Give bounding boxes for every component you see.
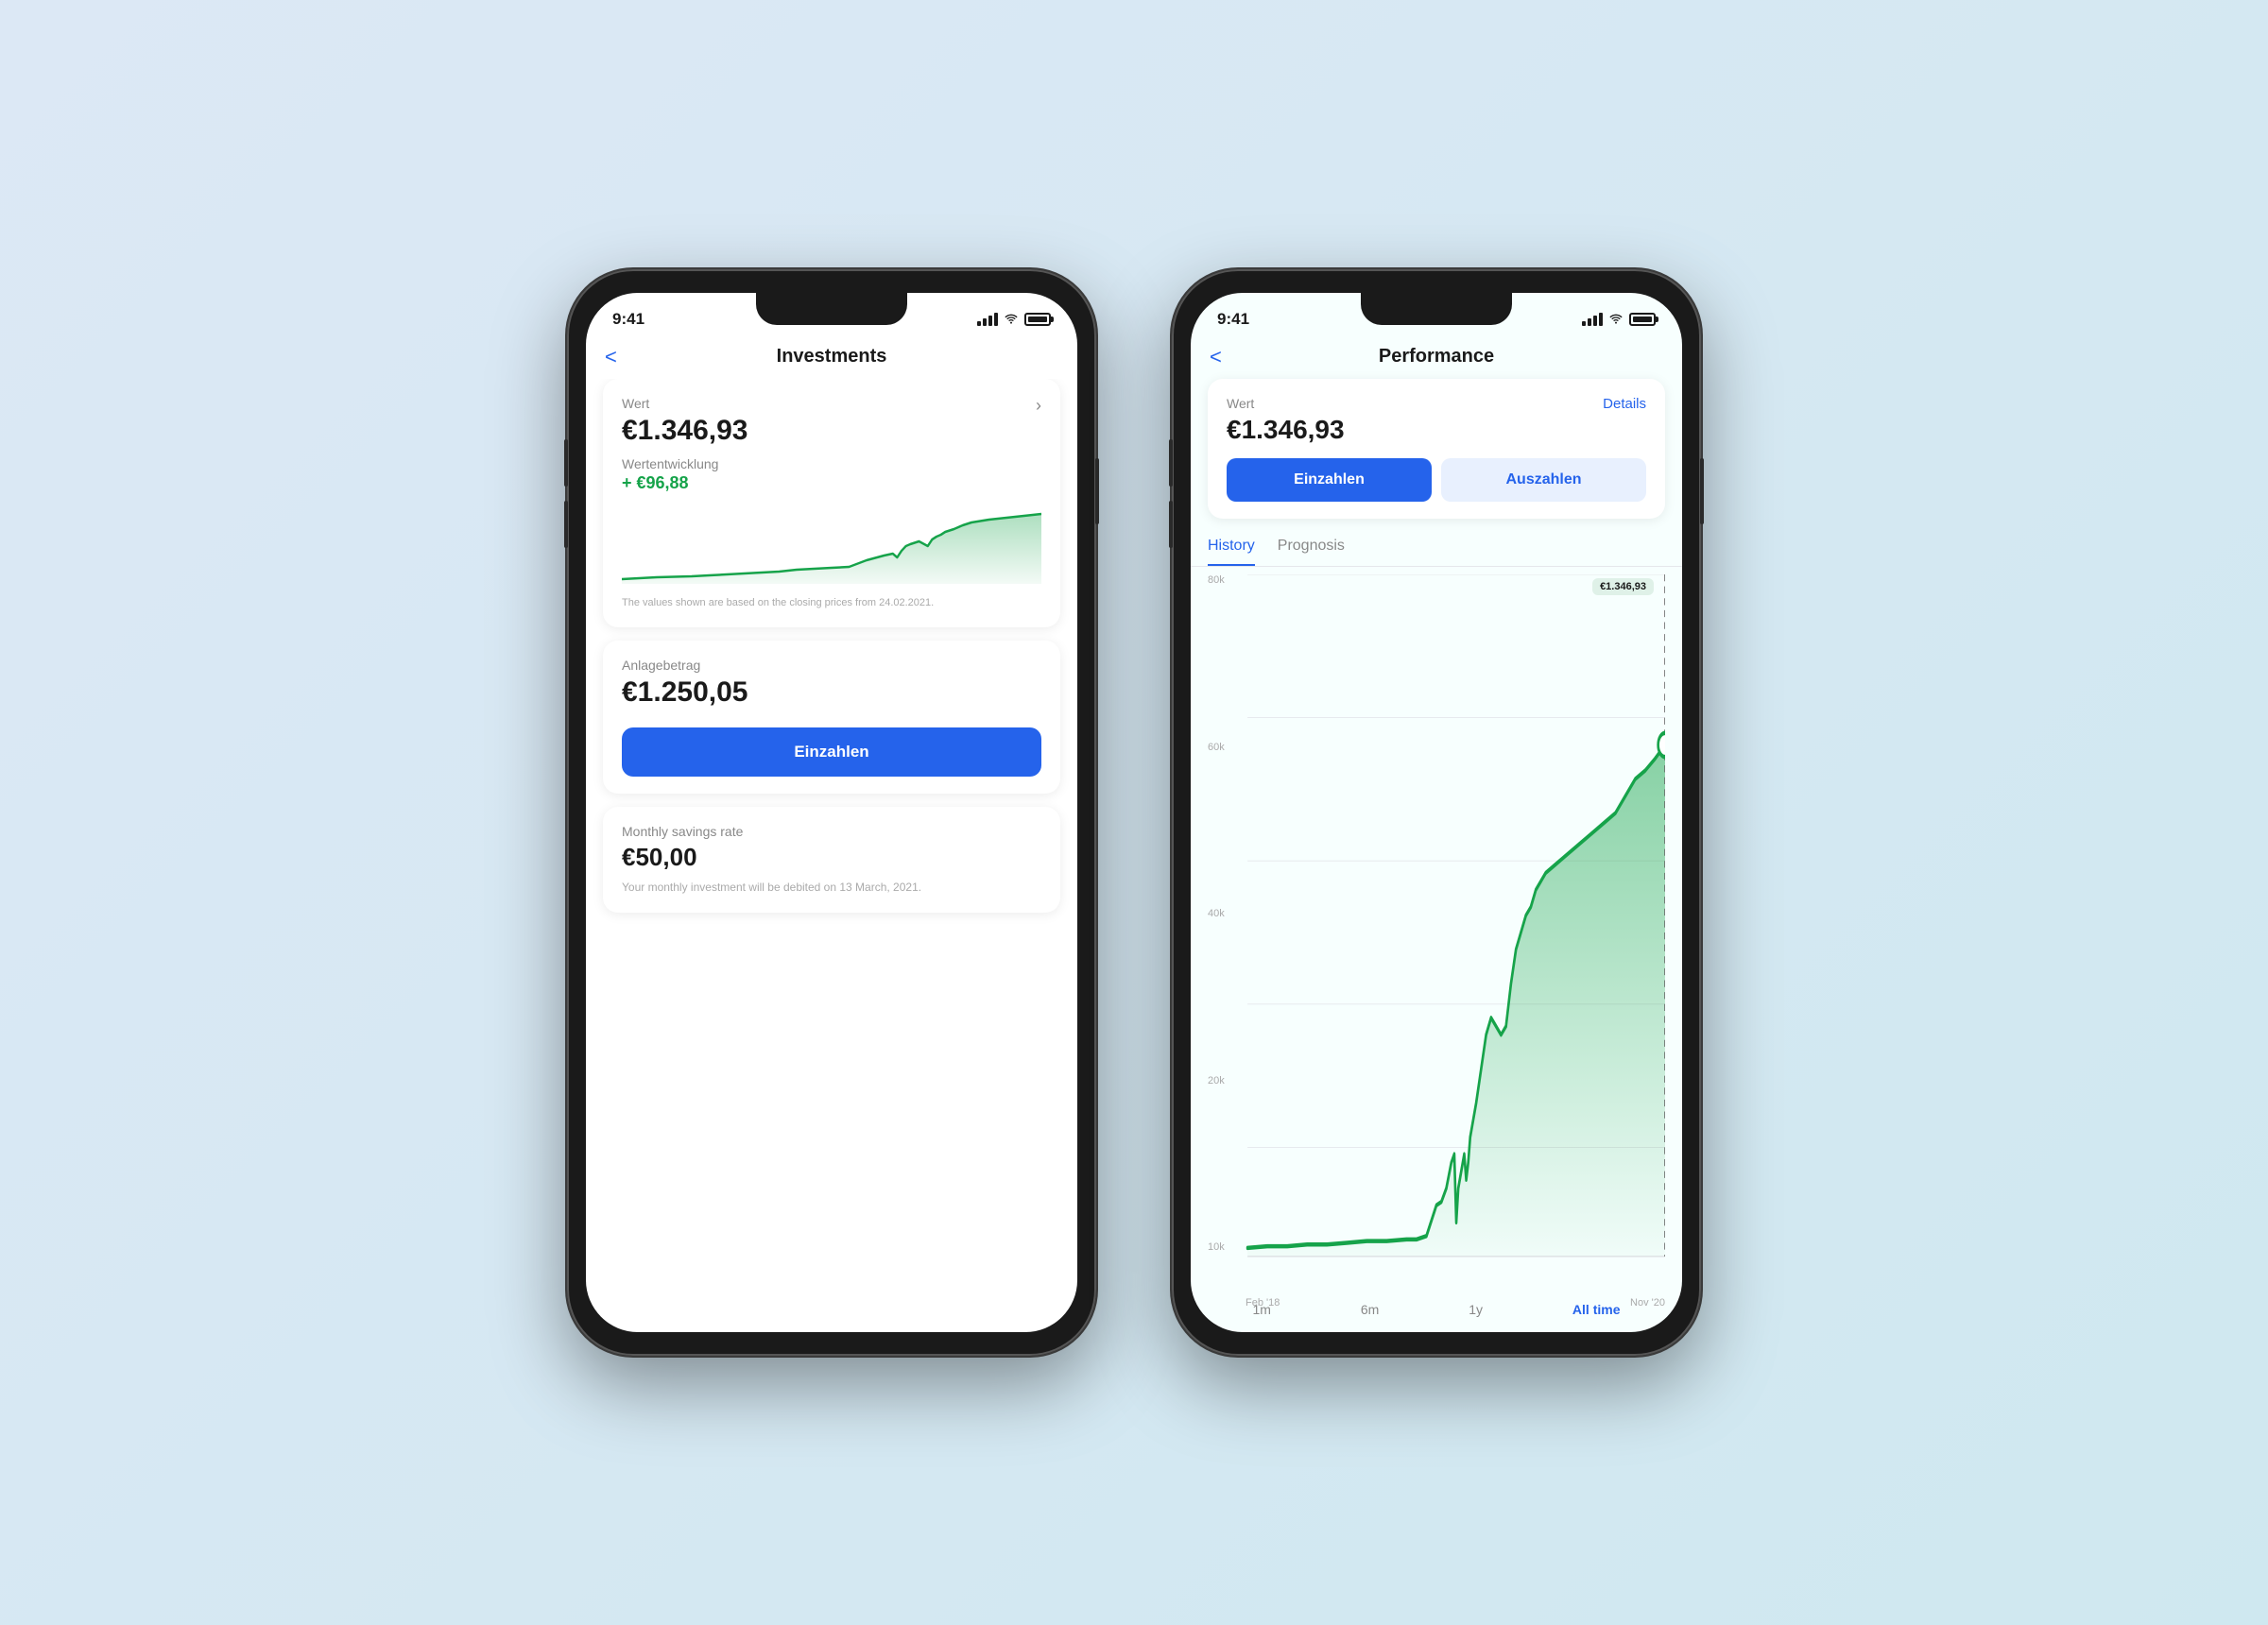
power-button-2[interactable]: [1700, 458, 1704, 524]
wert-value-1: €1.346,93: [622, 415, 1041, 447]
phone-1: 9:41 < Investments Wert: [567, 269, 1096, 1356]
content-1: Wert €1.346,93 › Wertentwicklung + €96,8…: [586, 379, 1077, 1332]
page-title-2: Performance: [1379, 346, 1494, 368]
perf-wert-value: €1.346,93: [1227, 415, 1345, 445]
volume-up-button[interactable]: [564, 439, 568, 487]
back-button-2[interactable]: <: [1210, 345, 1222, 369]
einzahlen-button-1[interactable]: Einzahlen: [622, 727, 1041, 777]
x-label-nov20: Nov '20: [1630, 1297, 1665, 1309]
nav-header-2: < Performance: [1191, 338, 1682, 379]
phone-2: 9:41 < Performance Wert: [1172, 269, 1701, 1356]
history-tabs: History Prognosis: [1191, 524, 1682, 567]
savings-label: Monthly savings rate: [622, 824, 1041, 839]
anlagebetrag-label: Anlagebetrag: [622, 658, 1041, 673]
page-title-1: Investments: [777, 346, 887, 368]
savings-description: Your monthly investment will be debited …: [622, 880, 1041, 896]
x-label-feb18: Feb '18: [1246, 1297, 1280, 1309]
battery-icon-1: [1024, 313, 1051, 326]
savings-value: €50,00: [622, 843, 1041, 872]
back-button-1[interactable]: <: [605, 345, 617, 369]
chart-tooltip: €1.346,93: [1592, 578, 1654, 595]
einzahlen-button-2[interactable]: Einzahlen: [1227, 458, 1432, 502]
volume-up-button-2[interactable]: [1169, 439, 1173, 487]
status-time-1: 9:41: [612, 310, 644, 329]
power-button[interactable]: [1095, 458, 1099, 524]
status-icons-1: [977, 312, 1051, 327]
chart-container: 80k 60k 40k 20k 10k €1.346,93: [1191, 567, 1682, 1291]
signal-icon-2: [1582, 313, 1603, 326]
anlagebetrag-card: Anlagebetrag €1.250,05 Einzahlen: [603, 641, 1060, 794]
tab-history[interactable]: History: [1208, 538, 1255, 566]
volume-down-button-2[interactable]: [1169, 501, 1173, 548]
wifi-icon-1: [1004, 312, 1019, 327]
perf-buttons: Einzahlen Auszahlen: [1227, 458, 1646, 502]
chart-disclaimer: The values shown are based on the closin…: [622, 596, 1041, 610]
nav-header-1: < Investments: [586, 338, 1077, 379]
phone-2-screen: 9:41 < Performance Wert: [1191, 293, 1682, 1332]
performance-chart-svg: [1208, 574, 1665, 1291]
status-icons-2: [1582, 312, 1656, 327]
notch-1: [756, 293, 907, 325]
mini-chart-svg: [622, 508, 1041, 584]
x-axis-labels: Feb '18 Nov '20: [1246, 1295, 1665, 1309]
arrow-icon-1[interactable]: ›: [1036, 396, 1041, 416]
wertentwicklung-label: Wertentwicklung: [622, 456, 1041, 471]
phone-1-screen: 9:41 < Investments Wert: [586, 293, 1077, 1332]
details-link[interactable]: Details: [1603, 396, 1646, 412]
wifi-icon-2: [1608, 312, 1624, 327]
tab-prognosis[interactable]: Prognosis: [1278, 538, 1345, 566]
savings-card: Monthly savings rate €50,00 Your monthly…: [603, 807, 1060, 913]
wert-label-1: Wert: [622, 396, 1041, 411]
battery-icon-2: [1629, 313, 1656, 326]
auszahlen-button[interactable]: Auszahlen: [1441, 458, 1646, 502]
investments-value-card: Wert €1.346,93 › Wertentwicklung + €96,8…: [603, 379, 1060, 627]
status-time-2: 9:41: [1217, 310, 1249, 329]
notch-2: [1361, 293, 1512, 325]
growth-value: + €96,88: [622, 473, 1041, 493]
performance-card: Wert €1.346,93 Details Einzahlen Auszahl…: [1208, 379, 1665, 519]
signal-icon-1: [977, 313, 998, 326]
volume-down-button[interactable]: [564, 501, 568, 548]
perf-card-header: Wert €1.346,93 Details: [1227, 396, 1646, 445]
anlagebetrag-value: €1.250,05: [622, 676, 1041, 709]
perf-wert-label: Wert: [1227, 396, 1345, 411]
